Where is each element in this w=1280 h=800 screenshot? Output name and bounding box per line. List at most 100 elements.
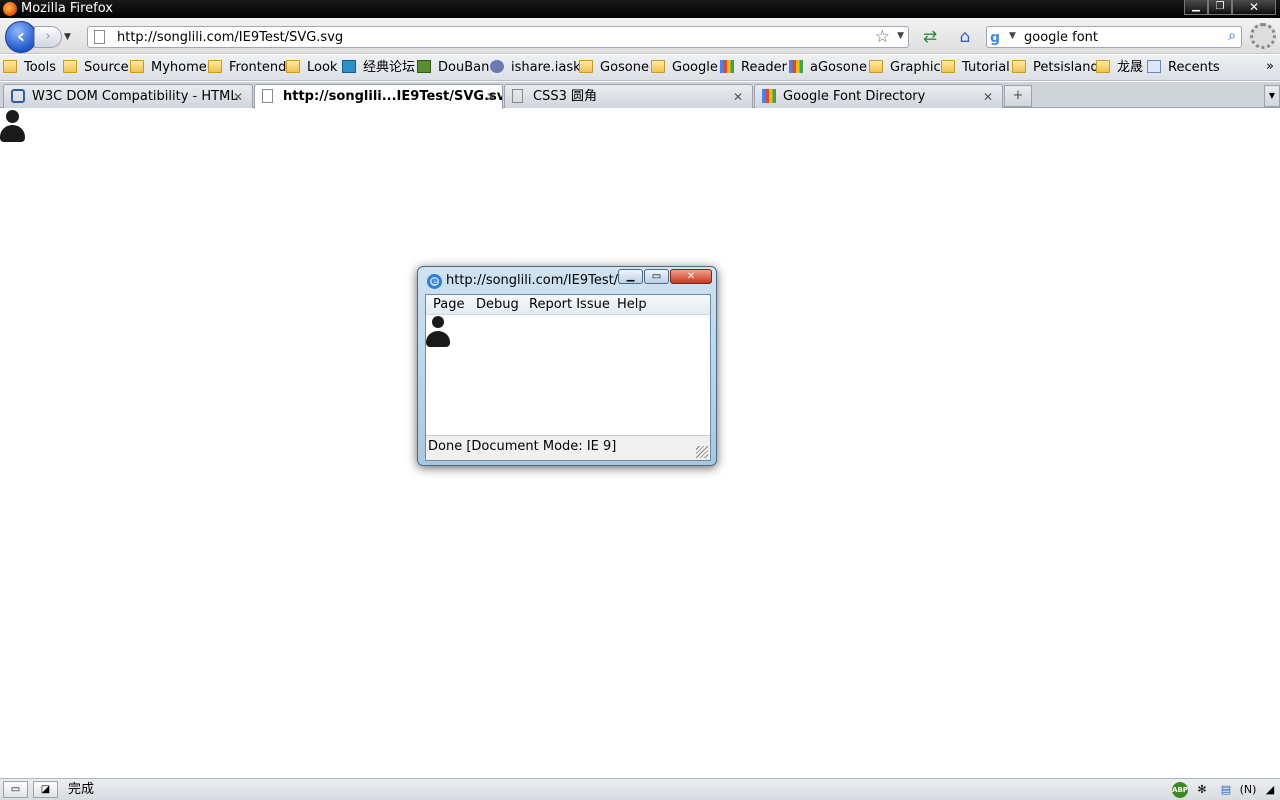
close-window-button[interactable]: ✕: [1232, 0, 1276, 15]
history-dropdown-icon[interactable]: ▼: [64, 28, 76, 46]
bookmark-tools[interactable]: Tools: [3, 59, 56, 77]
folder-icon: [1012, 60, 1026, 73]
bookmark-google[interactable]: Google: [651, 59, 718, 77]
search-bar[interactable]: g ▼ google font ⌕: [986, 26, 1242, 48]
douban-icon: [417, 60, 431, 73]
bookmark-source[interactable]: Source: [63, 59, 129, 77]
search-icon[interactable]: ⌕: [1228, 28, 1236, 44]
bookmark-petsisland[interactable]: Petsisland: [1012, 59, 1099, 77]
sidebar-toggle-icon[interactable]: ▭: [3, 781, 28, 798]
tab-google-font[interactable]: Google Font Directory ✕: [754, 84, 1003, 108]
gear-icon[interactable]: [1250, 23, 1276, 49]
bookmark-ishare[interactable]: ishare.iask: [490, 59, 581, 77]
minimize-button[interactable]: ▁: [1184, 0, 1208, 15]
resize-grip-icon[interactable]: ◢: [1262, 782, 1278, 798]
sync-icon[interactable]: ⇄: [918, 26, 942, 48]
tab-close-icon[interactable]: ✕: [983, 86, 993, 108]
page-info-icon[interactable]: ▤: [1218, 782, 1234, 798]
menu-debug[interactable]: Debug: [476, 297, 519, 313]
tab-w3c-dom[interactable]: W3C DOM Compatibility - HTML ✕: [3, 84, 253, 108]
person-icon: [0, 110, 26, 142]
site-icon: [342, 60, 356, 73]
ie-menu-bar: Page Debug Report Issue Help: [426, 295, 710, 315]
firebug-icon[interactable]: ✻: [1194, 782, 1210, 798]
person-icon: [426, 316, 451, 348]
engine-dropdown-icon[interactable]: ▼: [1009, 31, 1016, 41]
folder-icon: [941, 60, 955, 73]
page-icon: [94, 30, 105, 44]
tab-close-icon[interactable]: ✕: [486, 86, 496, 108]
ie-status-bar: Done [Document Mode: IE 9]: [426, 435, 710, 460]
url-text[interactable]: http://songlili.com/IE9Test/SVG.svg: [117, 30, 343, 46]
folder-icon: [651, 60, 665, 73]
window-title: Mozilla Firefox: [21, 1, 113, 16]
folder-icon: [208, 60, 222, 73]
tab-close-icon[interactable]: ✕: [733, 86, 743, 108]
folder-icon: [286, 60, 300, 73]
bookmark-reader[interactable]: Reader: [720, 59, 787, 77]
menu-report-issue[interactable]: Report Issue: [529, 297, 610, 313]
w3c-favicon-icon: [11, 89, 25, 103]
bookmark-tutorial[interactable]: Tutorial: [941, 59, 1010, 77]
google-icon: [789, 60, 803, 73]
status-text: 完成: [68, 782, 95, 797]
ie-logo-icon: e: [427, 274, 442, 289]
folder-icon: [869, 60, 883, 73]
bookmark-agosone[interactable]: aGosone: [789, 59, 867, 77]
ie-popup-title: http://songlili.com/IE9Test/...: [446, 273, 631, 288]
input-mode-label[interactable]: (N): [1238, 782, 1258, 798]
folder-icon: [130, 60, 144, 73]
folder-icon: [63, 60, 77, 73]
forward-button[interactable]: ›: [34, 26, 62, 48]
search-input[interactable]: google font: [1024, 30, 1098, 46]
folder-icon: [3, 60, 17, 73]
tab-css3[interactable]: CSS3 圆角 ✕: [504, 84, 753, 108]
bookmark-douban[interactable]: DouBan: [417, 59, 489, 77]
ie-close-button[interactable]: ✕: [670, 269, 712, 284]
bookmarks-overflow-chevron-icon[interactable]: »: [1266, 59, 1274, 74]
bookmark-longsheng[interactable]: 龙晟: [1096, 59, 1143, 77]
url-dropdown-icon[interactable]: ▼: [897, 31, 904, 41]
back-button[interactable]: ‹: [5, 21, 37, 53]
ie-maximize-button[interactable]: ▭: [644, 269, 669, 284]
bookmark-look[interactable]: Look: [286, 59, 337, 77]
bookmarks-toolbar: Tools Source Myhome Frontend Look 经典论坛 D…: [0, 55, 1280, 81]
new-tab-button[interactable]: +: [1004, 85, 1032, 107]
bookmark-jingdian[interactable]: 经典论坛: [342, 59, 415, 77]
folder-icon: [579, 60, 593, 73]
resize-grip-icon[interactable]: [696, 446, 708, 458]
bookmark-frontend[interactable]: Frontend: [208, 59, 286, 77]
tab-list-dropdown-icon[interactable]: ▼: [1264, 85, 1280, 107]
tab-close-icon[interactable]: ✕: [233, 86, 243, 108]
bookmark-graphic[interactable]: Graphic: [869, 59, 941, 77]
google-search-engine-icon[interactable]: g: [990, 30, 1006, 46]
address-bar[interactable]: http://songlili.com/IE9Test/SVG.svg ☆ ▼: [87, 26, 909, 48]
google-icon: [720, 60, 734, 73]
menu-page[interactable]: Page: [433, 297, 464, 313]
status-bar: ▭ ◪ 完成 ABP ✻ ▤ (N) ◢: [0, 778, 1280, 800]
ie-status-text: Done [Document Mode: IE 9]: [428, 439, 617, 454]
firefox-logo-icon: [3, 2, 17, 16]
window-title-bar: Mozilla Firefox ▁ ❐ ✕: [0, 0, 1280, 18]
adblock-icon[interactable]: ABP: [1172, 782, 1188, 798]
google-favicon-icon: [762, 89, 776, 103]
home-icon[interactable]: ⌂: [953, 26, 977, 48]
page-icon: [262, 89, 273, 103]
console-icon[interactable]: ◪: [33, 781, 58, 798]
bookmark-recents[interactable]: Recents: [1147, 59, 1220, 77]
navigation-toolbar: ‹ › ▼ http://songlili.com/IE9Test/SVG.sv…: [0, 18, 1280, 54]
tab-svg-test[interactable]: http://songlili...IE9Test/SVG.svg ✕: [254, 84, 503, 109]
person-site-icon: [490, 60, 504, 73]
ie-minimize-button[interactable]: ▁: [618, 269, 643, 284]
bookmark-myhome[interactable]: Myhome: [130, 59, 207, 77]
ie-popup-content: Page Debug Report Issue Help Done [Docum…: [425, 294, 711, 461]
ie-popup-window: e http://songlili.com/IE9Test/... ▁ ▭ ✕ …: [417, 266, 717, 466]
restore-button[interactable]: ❐: [1208, 0, 1232, 15]
tab-strip: W3C DOM Compatibility - HTML ✕ http://so…: [0, 82, 1280, 109]
bookmark-star-icon[interactable]: ☆: [875, 27, 890, 47]
recents-icon: [1147, 60, 1161, 73]
bookmark-gosone[interactable]: Gosone: [579, 59, 649, 77]
menu-help[interactable]: Help: [617, 297, 647, 313]
page-icon: [512, 89, 523, 103]
folder-icon: [1096, 60, 1110, 73]
